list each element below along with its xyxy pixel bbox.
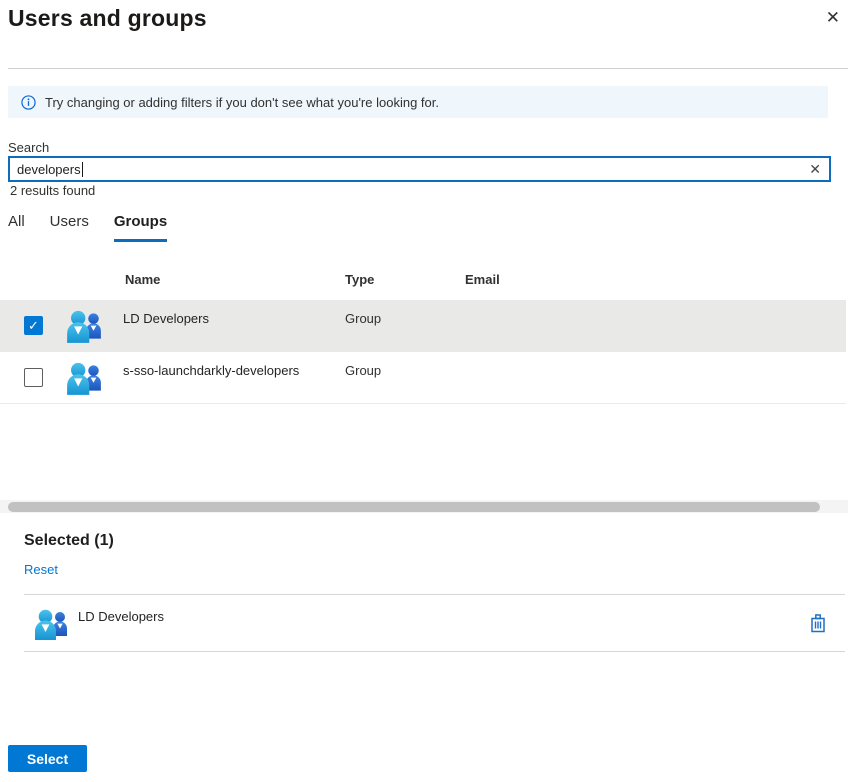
users-and-groups-panel: Users and groups ✕ Try changing or addin… [0, 0, 857, 782]
column-header-name: Name [125, 272, 160, 287]
horizontal-scrollbar-track[interactable] [0, 500, 848, 513]
group-icon [33, 607, 69, 641]
horizontal-scrollbar-thumb[interactable] [8, 502, 820, 512]
select-button[interactable]: Select [8, 745, 87, 772]
row-type: Group [345, 311, 381, 326]
reset-link[interactable]: Reset [24, 562, 58, 577]
group-icon [65, 308, 103, 344]
column-header-email: Email [465, 272, 500, 287]
tab-users[interactable]: Users [50, 213, 89, 242]
row-name: LD Developers [123, 311, 209, 326]
tab-all[interactable]: All [8, 213, 25, 242]
row-checkbox-checked[interactable]: ✓ [24, 316, 43, 335]
results-count: 2 results found [10, 183, 95, 198]
filter-tabs: All Users Groups [8, 213, 167, 242]
table-header: Name Type Email [0, 272, 846, 298]
close-icon[interactable]: ✕ [826, 7, 840, 29]
selected-section-title: Selected (1) [24, 532, 114, 550]
search-label: Search [8, 140, 49, 155]
tab-groups[interactable]: Groups [114, 213, 167, 242]
table-row[interactable]: ✓ LD Developers Group [0, 300, 846, 352]
search-input[interactable]: developers ✕ [8, 156, 831, 182]
row-type: Group [345, 363, 381, 378]
info-icon [21, 95, 36, 110]
checkmark-icon: ✓ [28, 319, 39, 332]
selected-item-row: LD Developers [24, 594, 845, 652]
selected-item-name: LD Developers [78, 609, 164, 624]
table-row[interactable]: s-sso-launchdarkly-developers Group [0, 352, 846, 404]
group-icon [65, 360, 103, 396]
row-checkbox-unchecked[interactable] [24, 368, 43, 387]
info-banner: Try changing or adding filters if you do… [8, 86, 828, 118]
row-name: s-sso-launchdarkly-developers [123, 363, 299, 378]
search-input-value: developers [17, 162, 81, 177]
column-header-type: Type [345, 272, 374, 287]
info-banner-text: Try changing or adding filters if you do… [45, 95, 439, 110]
clear-search-icon[interactable]: ✕ [809, 162, 821, 176]
text-caret [82, 162, 83, 177]
page-title: Users and groups [8, 5, 207, 32]
delete-icon[interactable] [809, 613, 827, 633]
header-divider [8, 68, 848, 69]
